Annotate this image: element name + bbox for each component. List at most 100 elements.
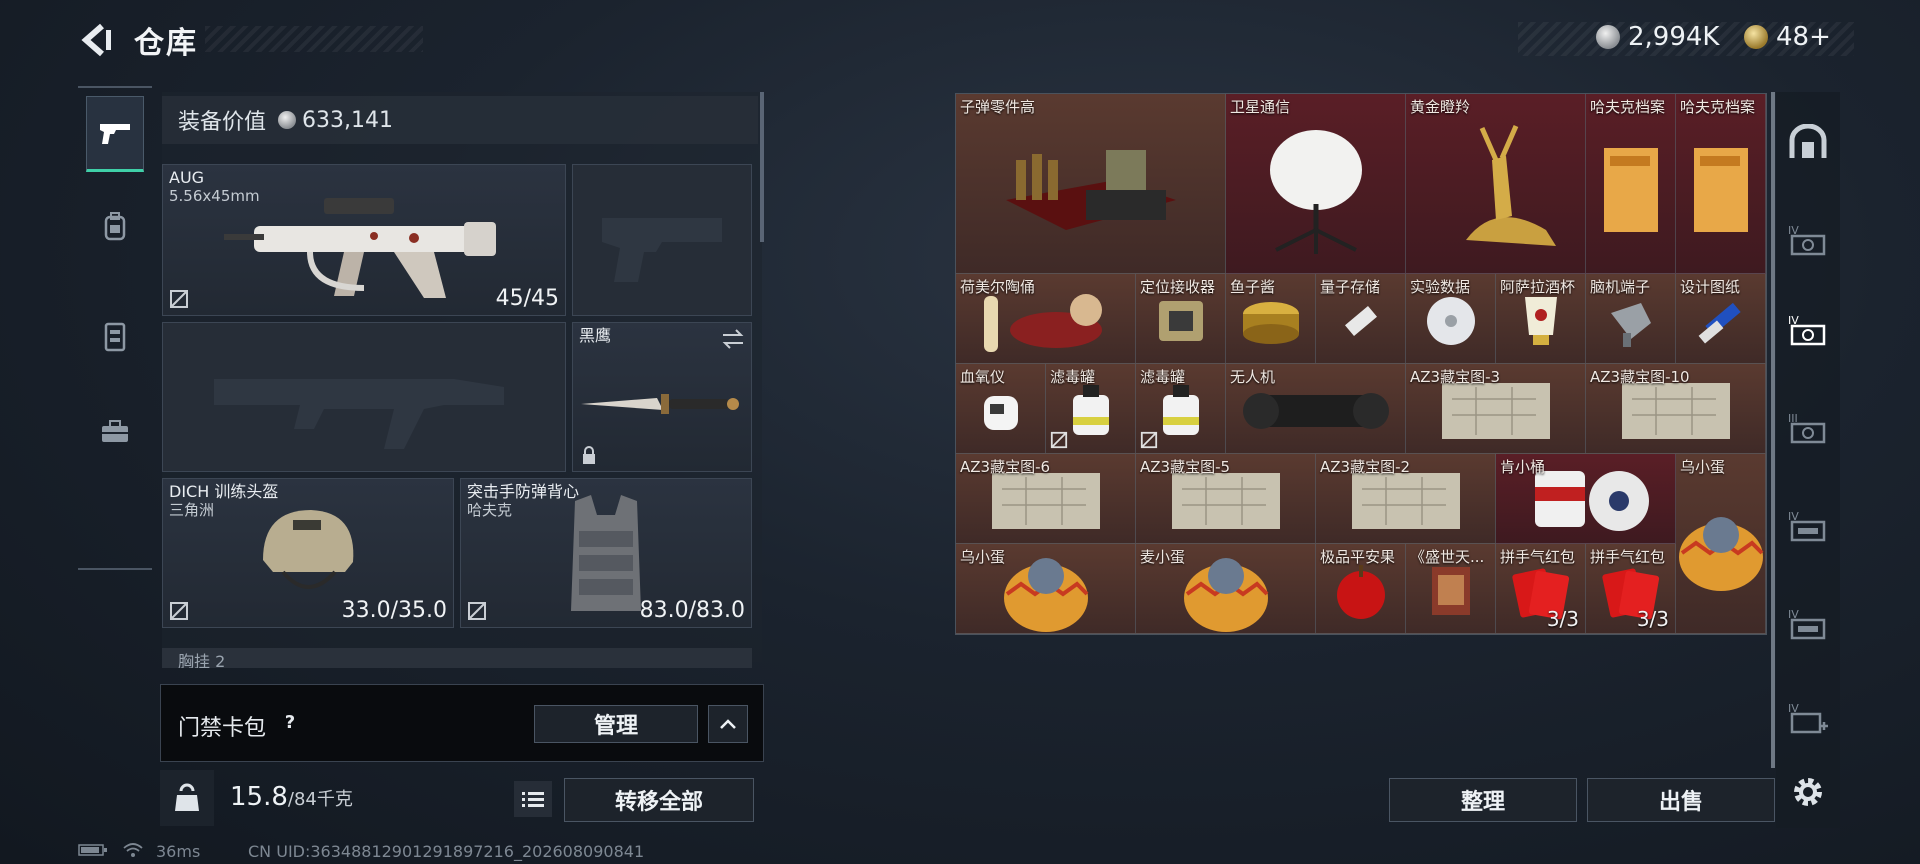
stash-item-label: 脑机端子 [1590, 278, 1651, 296]
stash-item-image [1063, 381, 1119, 445]
tab-storage-1[interactable]: IV [1780, 210, 1836, 270]
stash-item[interactable]: AZ3藏宝图-6 [956, 454, 1136, 544]
tab-backpack[interactable] [86, 188, 144, 264]
melee-name: 黑鹰 [579, 326, 612, 345]
swap-icon[interactable] [721, 329, 745, 349]
tab-chest-rig[interactable] [86, 298, 144, 374]
stash-item[interactable]: 肯小桶 [1496, 454, 1676, 544]
storage-box-icon: III [1788, 412, 1826, 444]
list-view-button[interactable] [514, 781, 552, 817]
manage-button[interactable]: 管理 [534, 705, 698, 743]
tab-storage-4[interactable]: IV [1780, 496, 1836, 556]
not-insured-icon [170, 602, 188, 620]
status-icons [78, 842, 108, 861]
helmet-faction: 三角洲 [169, 501, 215, 519]
loadout-category-tabs [78, 86, 152, 570]
user-uid: CN UID:36348812901291897216_202608090841 [248, 842, 645, 861]
rifle-placeholder-icon [214, 379, 504, 450]
stash-item[interactable]: AZ3藏宝图-2 [1316, 454, 1496, 544]
gold-currency[interactable]: 48+ [1744, 22, 1831, 52]
pistol-placeholder-icon [602, 217, 722, 282]
stash-item[interactable]: 阿萨拉酒杯 [1496, 274, 1586, 364]
stash-item[interactable]: 荷美尔陶俑 [956, 274, 1136, 364]
title-decoration [205, 26, 423, 52]
stash-item[interactable]: 哈夫克档案 [1586, 94, 1676, 274]
stash-item-label: 黄金瞪羚 [1410, 98, 1471, 116]
tab-storage-5[interactable]: IV [1780, 594, 1836, 654]
keycard-label: 门禁卡包 [178, 716, 267, 741]
stash-item[interactable]: 黄金瞪羚 [1406, 94, 1586, 274]
stash-item[interactable]: 脑机端子 [1586, 274, 1676, 364]
tab-case[interactable] [86, 394, 144, 470]
settings-button[interactable] [1780, 762, 1836, 822]
transfer-all-button[interactable]: 转移全部 [564, 778, 754, 822]
stash-item[interactable]: AZ3藏宝图-5 [1136, 454, 1316, 544]
chest-rig-slot-header[interactable]: 胸挂 2 [162, 648, 752, 668]
gold-coin-icon [1744, 25, 1768, 49]
stash-item[interactable]: 哈夫克档案 [1676, 94, 1766, 274]
loadout-scrollbar[interactable] [760, 92, 764, 242]
stash-item-image [986, 469, 1106, 537]
stash-item[interactable]: AZ3藏宝图-3 [1406, 364, 1586, 454]
stash-item[interactable]: 麦小蛋 [1136, 544, 1316, 634]
battery-icon [78, 844, 107, 856]
stash-item-image [1151, 293, 1211, 353]
stash-item[interactable]: 实验数据 [1406, 274, 1496, 364]
equipment-value-label: 装备价值 [178, 110, 267, 135]
stash-scrollbar[interactable] [1771, 92, 1775, 768]
stash-item[interactable]: 血氧仪 [956, 364, 1046, 454]
tab-shelter[interactable] [1780, 112, 1836, 172]
stash-item-label: AZ3藏宝图-6 [960, 458, 1051, 476]
stash-item-label: 设计图纸 [1680, 278, 1741, 296]
stash-item[interactable]: 乌小蛋 [1676, 454, 1766, 634]
stash-item[interactable]: 极品平安果 [1316, 544, 1406, 634]
tab-storage-6[interactable]: IV [1780, 688, 1836, 748]
stash-item-label: 极品平安果 [1320, 548, 1396, 566]
primary-weapon-slot[interactable]: AUG 5.56x45mm 45/45 [162, 164, 566, 316]
tab-storage-2-active[interactable]: IV [1780, 300, 1836, 360]
silver-currency[interactable]: 2,994K [1596, 22, 1719, 52]
silver-amount: 2,994K [1628, 22, 1720, 52]
collapse-button[interactable] [708, 705, 748, 743]
wifi-icon [122, 842, 144, 862]
back-button[interactable] [78, 20, 114, 60]
stash-item[interactable]: 子弹零件高 [956, 94, 1226, 274]
stash-item[interactable]: AZ3藏宝图-10 [1586, 364, 1766, 454]
armor-slot[interactable]: 突击手防弹背心 哈夫克 83.0/83.0 [460, 478, 752, 628]
sell-button[interactable]: 出售 [1587, 778, 1775, 822]
secondary-weapon-slot[interactable] [162, 322, 566, 472]
sort-button[interactable]: 整理 [1389, 778, 1577, 822]
stash-item[interactable]: 无人机 [1226, 364, 1406, 454]
stash-item[interactable]: 滤毒罐 [1046, 364, 1136, 454]
melee-slot[interactable]: 黑鹰 [572, 322, 752, 472]
stash-item-label: 哈夫克档案 [1590, 98, 1666, 116]
tab-weapons[interactable] [86, 96, 144, 172]
pistol-slot[interactable] [572, 164, 752, 316]
stash-item[interactable]: 设计图纸 [1676, 274, 1766, 364]
lock-icon [583, 446, 595, 464]
stash-item-label: 血氧仪 [960, 368, 1006, 386]
stash-item-label: 子弹零件高 [960, 98, 1036, 116]
stash-item[interactable]: 量子存储 [1316, 274, 1406, 364]
stash-item[interactable]: 卫星通信 [1226, 94, 1406, 274]
stash-item-label: 肯小桶 [1500, 458, 1546, 476]
stash-item[interactable]: 定位接收器 [1136, 274, 1226, 364]
stash-item-image [1336, 296, 1386, 350]
stash-item[interactable]: 拼手气红包 3/3 [1586, 544, 1676, 634]
helmet-slot[interactable]: DICH 训练头盔 三角洲 33.0/35.0 [162, 478, 454, 628]
stash-item[interactable]: 滤毒罐 [1136, 364, 1226, 454]
help-icon[interactable]: ? [278, 710, 302, 734]
stash-item[interactable]: 《盛世天... [1406, 544, 1496, 634]
tab-storage-3[interactable]: III [1780, 398, 1836, 458]
stash-item-label: 拼手气红包 [1590, 548, 1666, 566]
stash-item[interactable]: 鱼子酱 [1226, 274, 1316, 364]
ammo-count: 45/45 [495, 286, 559, 311]
stash-item-label: 滤毒罐 [1140, 368, 1186, 386]
stash-item[interactable]: 乌小蛋 [956, 544, 1136, 634]
armor-vest-icon [571, 494, 641, 611]
stash-item[interactable]: 拼手气红包 3/3 [1496, 544, 1586, 634]
stash-item-image [976, 286, 1116, 360]
stash-item-image [1256, 120, 1376, 264]
page-title: 仓库 [134, 26, 198, 61]
stash-item-image [1241, 381, 1391, 445]
